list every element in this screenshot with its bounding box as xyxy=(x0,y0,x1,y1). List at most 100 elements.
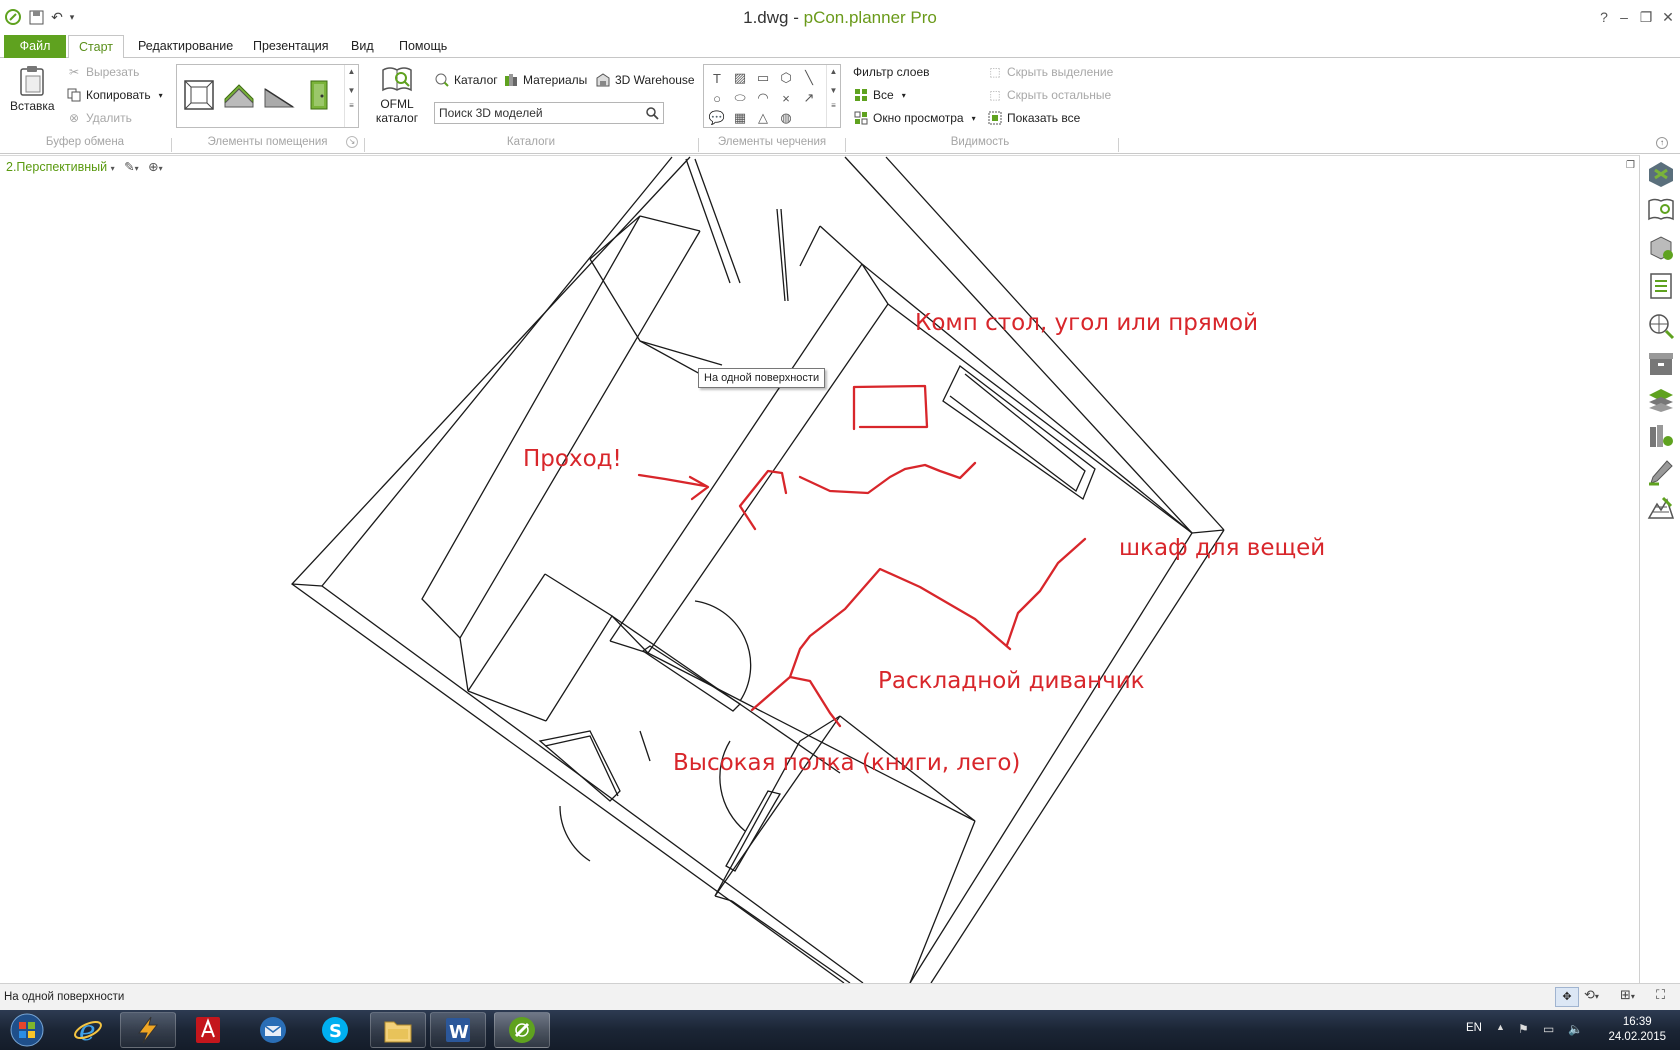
internet-explorer-icon: e xyxy=(74,1015,102,1045)
network-icon[interactable]: ▭ xyxy=(1543,1022,1554,1036)
clipboard-icon xyxy=(20,66,44,96)
image-tool-icon[interactable]: ▨ xyxy=(731,69,749,87)
copy-dropdown-icon[interactable]: ▾ xyxy=(159,91,163,100)
article-properties-icon[interactable] xyxy=(1645,233,1677,263)
taskbar-internet-explorer[interactable]: e xyxy=(60,1012,116,1048)
taskbar-pcon-planner[interactable] xyxy=(494,1012,550,1048)
taskbar-thunderbird[interactable] xyxy=(245,1012,301,1048)
tray-expand-icon[interactable]: ▲ xyxy=(1496,1022,1505,1032)
roof-icon[interactable] xyxy=(259,73,299,117)
chevron-down-icon: ▾ xyxy=(158,164,163,173)
cut-button[interactable]: ✂ Вырезать xyxy=(66,62,139,82)
viewport-canvas[interactable]: Комп стол, угол или прямой Проход! шкаф … xyxy=(0,155,1640,984)
article-list-icon[interactable] xyxy=(1645,271,1677,301)
text-tool-icon[interactable]: T xyxy=(708,69,726,87)
group-separator xyxy=(698,138,699,152)
language-indicator[interactable]: EN xyxy=(1466,1022,1482,1034)
hide-others-button[interactable]: ⬚ Скрыть остальные xyxy=(987,85,1111,105)
drawing-tools-icon[interactable] xyxy=(1645,457,1677,487)
door-icon[interactable] xyxy=(299,73,339,117)
paste-label: Вставка xyxy=(10,99,55,113)
web-search-icon[interactable] xyxy=(1645,311,1677,341)
svg-text:S: S xyxy=(329,1021,342,1042)
polygon-tool-icon[interactable]: ⬡ xyxy=(777,69,795,87)
tab-file[interactable]: Файл xyxy=(4,35,66,58)
cone-tool-icon[interactable]: △ xyxy=(754,109,772,127)
taskbar-skype[interactable]: S xyxy=(307,1012,363,1048)
wall-icon[interactable] xyxy=(219,73,259,117)
sphere-tool-icon[interactable]: ◍ xyxy=(777,109,795,127)
group-label-catalogs: Каталоги xyxy=(506,136,556,148)
orbit-tool-icon[interactable]: ⟲▾ xyxy=(1584,987,1599,1003)
pan-tool-icon[interactable]: ✥ xyxy=(1555,987,1579,1007)
annotation-wardrobe: шкаф для вещей xyxy=(1119,535,1326,561)
tab-view[interactable]: Вид xyxy=(341,35,384,58)
fullscreen-icon[interactable]: ⛶ xyxy=(1656,987,1665,1003)
navigator-icon[interactable] xyxy=(1645,159,1677,189)
layer-filter-all-dropdown[interactable]: Все ▾ xyxy=(853,85,906,105)
maximize-button[interactable]: ❐ xyxy=(1636,7,1656,27)
hide-selection-button[interactable]: ⬚ Скрыть выделение xyxy=(987,62,1113,82)
tab-start[interactable]: Старт xyxy=(68,35,124,59)
help-button[interactable]: ? xyxy=(1594,7,1614,27)
layers-icon[interactable] xyxy=(1645,385,1677,415)
status-bar: На одной поверхности ✥ ⟲▾ ⊞▾ ⛶ xyxy=(0,983,1680,1010)
cross-tool-icon[interactable]: × xyxy=(777,89,795,107)
right-toolbar xyxy=(1641,155,1680,983)
taskbar-winamp[interactable] xyxy=(120,1012,176,1048)
dialog-launcher-icon[interactable]: ↘ xyxy=(346,136,358,148)
clock[interactable]: 16:39 24.02.2015 xyxy=(1608,1015,1666,1045)
circle-tool-icon[interactable]: ○ xyxy=(708,89,726,107)
taskbar-acrobat[interactable] xyxy=(180,1012,236,1048)
materials-button[interactable]: Материалы xyxy=(503,70,587,90)
taskbar-explorer[interactable] xyxy=(370,1012,426,1048)
arrow-tool-icon[interactable]: ↗ xyxy=(800,89,818,107)
3d-warehouse-button[interactable]: 3D Warehouse xyxy=(595,70,695,90)
materials-icon xyxy=(503,72,519,88)
svg-text:e: e xyxy=(79,1015,96,1045)
view-name-dropdown[interactable]: 2.Перспективный ▾ ✎▾ ⊕▾ xyxy=(6,159,163,174)
target-icon[interactable]: ⊕ xyxy=(148,160,158,174)
delete-button[interactable]: ⊗ Удалить xyxy=(66,108,132,128)
close-button[interactable]: ✕ xyxy=(1658,7,1678,27)
pen-icon[interactable]: ✎ xyxy=(124,160,134,174)
action-center-flag-icon[interactable]: ⚑ xyxy=(1518,1022,1529,1036)
copy-button[interactable]: Копировать ▾ xyxy=(66,85,163,105)
paste-button[interactable]: Вставка xyxy=(10,64,55,120)
line-tool-icon[interactable]: ╲ xyxy=(800,69,818,87)
layout-icon[interactable]: ⊞▾ xyxy=(1620,987,1635,1003)
collapse-ribbon-icon[interactable]: ↑ xyxy=(1656,137,1668,149)
viewport-dropdown[interactable]: Окно просмотра ▾ xyxy=(853,108,976,128)
grid-tool-icon[interactable]: ▦ xyxy=(731,109,749,127)
search-3d-models-input[interactable]: Поиск 3D моделей xyxy=(434,102,664,124)
annotation-shelf: Высокая полка (книги, лего) xyxy=(673,750,1021,776)
group-label-drawing: Элементы черчения xyxy=(717,136,827,148)
catalog-button[interactable]: Каталог xyxy=(434,70,498,90)
hide-selection-icon: ⬚ xyxy=(989,65,1001,79)
terrain-icon[interactable] xyxy=(1645,493,1677,523)
arc-tool-icon[interactable]: ◠ xyxy=(754,89,772,107)
search-icon[interactable] xyxy=(646,106,659,126)
taskbar-word[interactable]: W xyxy=(430,1012,486,1048)
archive-icon[interactable] xyxy=(1645,349,1677,379)
start-button[interactable] xyxy=(2,1012,52,1048)
tab-help[interactable]: Помощь xyxy=(389,35,457,58)
group-separator xyxy=(171,138,172,152)
show-all-button[interactable]: Показать все xyxy=(987,108,1080,128)
room-icon[interactable] xyxy=(179,73,219,117)
tab-edit[interactable]: Редактирование xyxy=(128,35,243,58)
material-editor-icon[interactable] xyxy=(1645,421,1677,451)
winamp-icon xyxy=(138,1016,159,1044)
ofml-catalog-button[interactable]: OFML каталог xyxy=(374,64,420,134)
minimize-button[interactable]: – xyxy=(1614,7,1634,27)
rectangle-tool-icon[interactable]: ▭ xyxy=(754,69,772,87)
drawing-gallery-scroll[interactable]: ▲ ▼ ≡ xyxy=(826,65,840,127)
folder-icon xyxy=(384,1021,412,1043)
ellipse-tool-icon[interactable]: ⬭ xyxy=(731,89,749,107)
tab-presentation[interactable]: Презентация xyxy=(243,35,339,58)
comment-tool-icon[interactable]: 💬 xyxy=(708,109,726,127)
catalog-browser-icon[interactable] xyxy=(1645,195,1677,225)
volume-icon[interactable]: 🔈 xyxy=(1568,1022,1583,1036)
ribbon-tabs: Файл Старт Редактирование Презентация Ви… xyxy=(0,34,1680,59)
gallery-scroll[interactable]: ▲ ▼ ≡ xyxy=(344,65,358,127)
